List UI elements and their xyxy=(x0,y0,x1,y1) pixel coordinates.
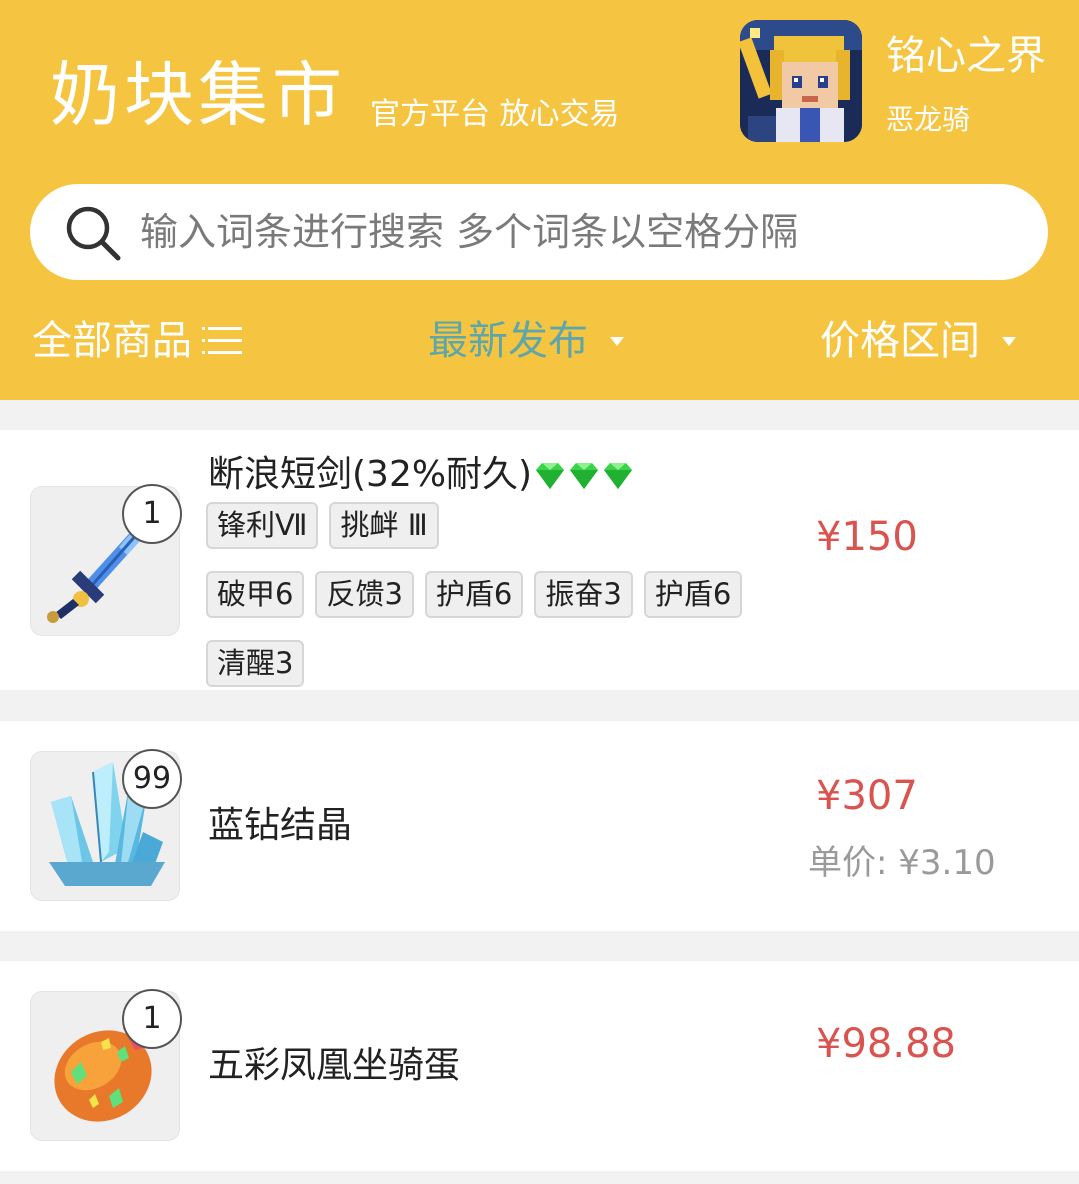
app-slogan: 官方平台 放心交易 xyxy=(370,97,620,132)
enchant-tag: 破甲6 xyxy=(206,571,305,618)
game-character-icon xyxy=(740,20,862,142)
filter-price-label: 价格区间 xyxy=(820,318,980,364)
quantity-badge: 1 xyxy=(122,989,182,1049)
filter-all-products[interactable]: 全部商品 xyxy=(32,316,242,366)
enchant-tag: 护盾6 xyxy=(643,571,743,618)
product-price: ¥98.88 xyxy=(816,1021,956,1067)
filter-latest[interactable]: 最新发布 xyxy=(428,316,624,366)
search-input[interactable] xyxy=(140,200,1000,264)
filter-bar: 全部商品 最新发布 价格区间 xyxy=(0,300,1079,384)
product-title: 断浪短剑(32%耐久) xyxy=(208,452,634,498)
filter-price-range[interactable]: 价格区间 xyxy=(820,316,1016,366)
server-subtitle: 恶龙骑 xyxy=(886,103,971,136)
server-name[interactable]: 铭心之界 xyxy=(886,32,1046,80)
enchant-tag: 挑衅 Ⅲ xyxy=(329,502,439,549)
product-price: ¥307 xyxy=(816,773,918,819)
app-title: 奶块集市 xyxy=(50,54,346,136)
search-icon[interactable] xyxy=(64,204,122,262)
chevron-down-icon xyxy=(1002,336,1016,346)
filter-latest-label: 最新发布 xyxy=(428,318,588,364)
green-gem-icon xyxy=(604,463,633,489)
filter-all-label: 全部商品 xyxy=(32,318,192,364)
server-avatar[interactable] xyxy=(740,20,862,142)
product-card[interactable]: 99 蓝钻结晶 ¥307 单价: ¥3.10 xyxy=(0,721,1079,931)
enchant-tag: 反馈3 xyxy=(315,571,414,618)
green-gem-icon xyxy=(570,463,599,489)
enchant-tag: 护盾6 xyxy=(424,571,524,618)
header: 奶块集市 官方平台 放心交易 铭心之界 恶龙骑 全部商 xyxy=(0,0,1079,400)
product-card[interactable]: 1 断浪短剑(32%耐久) 锋利Ⅶ 挑衅 Ⅲ 破甲6 反馈3 护盾6 振奋3 护… xyxy=(0,430,1079,690)
chevron-down-icon xyxy=(610,336,624,346)
enchant-tag: 振奋3 xyxy=(534,571,633,618)
enchant-tag: 锋利Ⅶ xyxy=(206,502,319,549)
product-name: 蓝钻结晶 xyxy=(208,805,353,846)
product-name: 五彩凤凰坐骑蛋 xyxy=(208,1045,461,1086)
list-menu-icon xyxy=(202,323,242,359)
product-price: ¥150 xyxy=(816,514,918,560)
unit-price: 单价: ¥3.10 xyxy=(808,843,996,883)
green-gem-icon xyxy=(536,463,565,489)
enchant-tags: 锋利Ⅶ 挑衅 Ⅲ 破甲6 反馈3 护盾6 振奋3 护盾6 清醒3 xyxy=(206,502,786,687)
product-name: 断浪短剑(32%耐久) xyxy=(208,454,533,495)
quantity-badge: 99 xyxy=(122,749,182,809)
quantity-badge: 1 xyxy=(122,484,182,544)
product-card[interactable]: 1 五彩凤凰坐骑蛋 ¥98.88 xyxy=(0,961,1079,1171)
enchant-tag: 清醒3 xyxy=(206,640,305,687)
